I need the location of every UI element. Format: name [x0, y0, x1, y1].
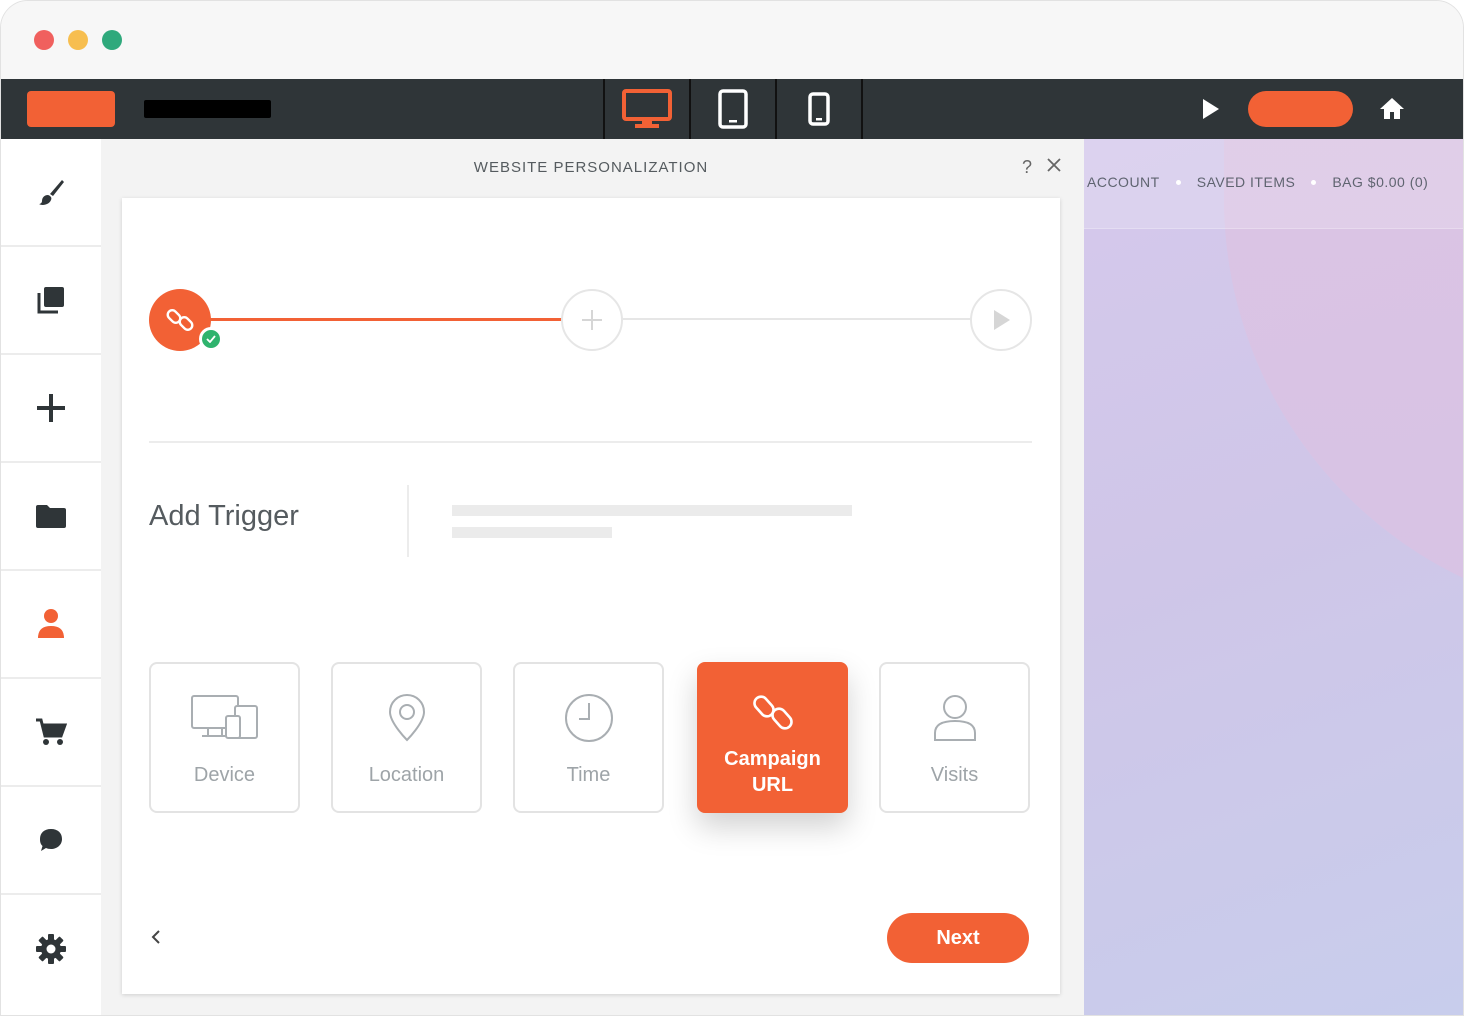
step-preview[interactable]	[970, 289, 1032, 351]
stepper-line	[622, 318, 972, 320]
gear-icon	[36, 934, 66, 964]
publish-button[interactable]	[1248, 91, 1353, 127]
stepper-progress-line	[182, 318, 562, 321]
vertical-divider	[407, 485, 409, 557]
preview-play-button[interactable]	[1197, 93, 1225, 125]
trigger-option-location[interactable]: Location	[331, 662, 482, 813]
sidebar-item-chat[interactable]	[1, 787, 101, 895]
trigger-option-visits[interactable]: Visits	[879, 662, 1030, 813]
window-minimize-dot[interactable]	[68, 30, 88, 50]
nav-link-saved-items[interactable]: SAVED ITEMS	[1197, 174, 1296, 190]
placeholder-text-line	[452, 505, 852, 516]
step-add[interactable]	[561, 289, 623, 351]
sidebar-item-store[interactable]	[1, 679, 101, 787]
editor-toolbar	[1, 79, 1463, 139]
sidebar-item-design[interactable]	[1, 139, 101, 247]
close-icon	[1047, 158, 1061, 172]
play-icon	[1203, 99, 1219, 119]
link-icon	[166, 309, 194, 331]
preview-nav-bar: ACCOUNT SAVED ITEMS BAG $0.00 (0)	[1084, 139, 1463, 229]
play-icon	[994, 310, 1010, 330]
device-switcher	[603, 79, 863, 139]
pages-icon	[37, 287, 64, 314]
personalization-panel: WEBSITE PERSONALIZATION ? Add Trigger De…	[101, 139, 1084, 1015]
section-divider	[149, 441, 1032, 443]
plus-icon	[582, 310, 602, 330]
tablet-icon	[718, 89, 748, 129]
step-complete-badge	[199, 327, 223, 351]
user-icon	[38, 609, 64, 638]
back-button[interactable]	[146, 925, 166, 949]
trigger-option-label: Visits	[930, 764, 979, 786]
nav-separator	[1175, 179, 1181, 185]
mobile-icon	[808, 92, 830, 126]
check-icon	[206, 335, 216, 343]
chevron-left-icon	[151, 930, 160, 944]
devices-icon	[190, 690, 260, 746]
folder-icon	[36, 505, 66, 528]
sidebar-item-personalization[interactable]	[1, 571, 113, 679]
home-button[interactable]	[1377, 94, 1407, 124]
nav-link-bag[interactable]: BAG $0.00 (0)	[1332, 174, 1428, 190]
panel-title: WEBSITE PERSONALIZATION	[473, 159, 709, 176]
trigger-option-time[interactable]: Time	[513, 662, 664, 813]
trigger-option-campaign-url[interactable]: Campaign URL	[697, 662, 848, 813]
trigger-option-label: Campaign URL	[724, 748, 821, 796]
clock-icon	[564, 690, 614, 746]
site-title-redacted	[144, 100, 271, 118]
sidebar-item-pages[interactable]	[1, 247, 101, 355]
preview-nav-links: ACCOUNT SAVED ITEMS BAG $0.00 (0)	[1087, 174, 1428, 190]
nav-separator	[1311, 179, 1317, 185]
trigger-option-label: Time	[566, 764, 611, 786]
link-icon	[748, 684, 798, 740]
trigger-card: Add Trigger Device Location Time Campaig…	[122, 198, 1060, 994]
plus-icon	[37, 394, 65, 422]
title-bar	[1, 1, 1463, 79]
app-window: WEBSITE PERSONALIZATION ? Add Trigger De…	[0, 0, 1464, 1016]
window-maximize-dot[interactable]	[102, 30, 122, 50]
website-preview: ACCOUNT SAVED ITEMS BAG $0.00 (0)	[1084, 139, 1463, 1015]
sidebar-item-add[interactable]	[1, 355, 101, 463]
left-sidebar	[1, 139, 113, 1015]
location-pin-icon	[387, 690, 427, 746]
next-button[interactable]: Next	[887, 913, 1029, 963]
close-button[interactable]	[1044, 155, 1064, 175]
trigger-option-device[interactable]: Device	[149, 662, 300, 813]
user-icon	[932, 690, 978, 746]
mobile-view-button[interactable]	[777, 79, 863, 139]
desktop-icon	[622, 89, 672, 128]
sidebar-item-settings[interactable]	[1, 895, 101, 1003]
desktop-view-button[interactable]	[605, 79, 691, 139]
nav-link-account[interactable]: ACCOUNT	[1087, 174, 1160, 190]
home-icon	[1380, 98, 1404, 119]
logo-block[interactable]	[27, 91, 115, 127]
brush-icon	[39, 180, 64, 205]
trigger-option-label: Location	[368, 764, 445, 786]
chat-icon	[40, 829, 62, 851]
help-button[interactable]: ?	[1022, 157, 1032, 178]
sidebar-item-files[interactable]	[1, 463, 101, 571]
section-heading: Add Trigger	[149, 500, 299, 532]
cart-icon	[36, 718, 67, 745]
trigger-option-label: Device	[193, 764, 256, 786]
placeholder-text-line	[452, 527, 612, 538]
window-close-dot[interactable]	[34, 30, 54, 50]
tablet-view-button[interactable]	[691, 79, 777, 139]
